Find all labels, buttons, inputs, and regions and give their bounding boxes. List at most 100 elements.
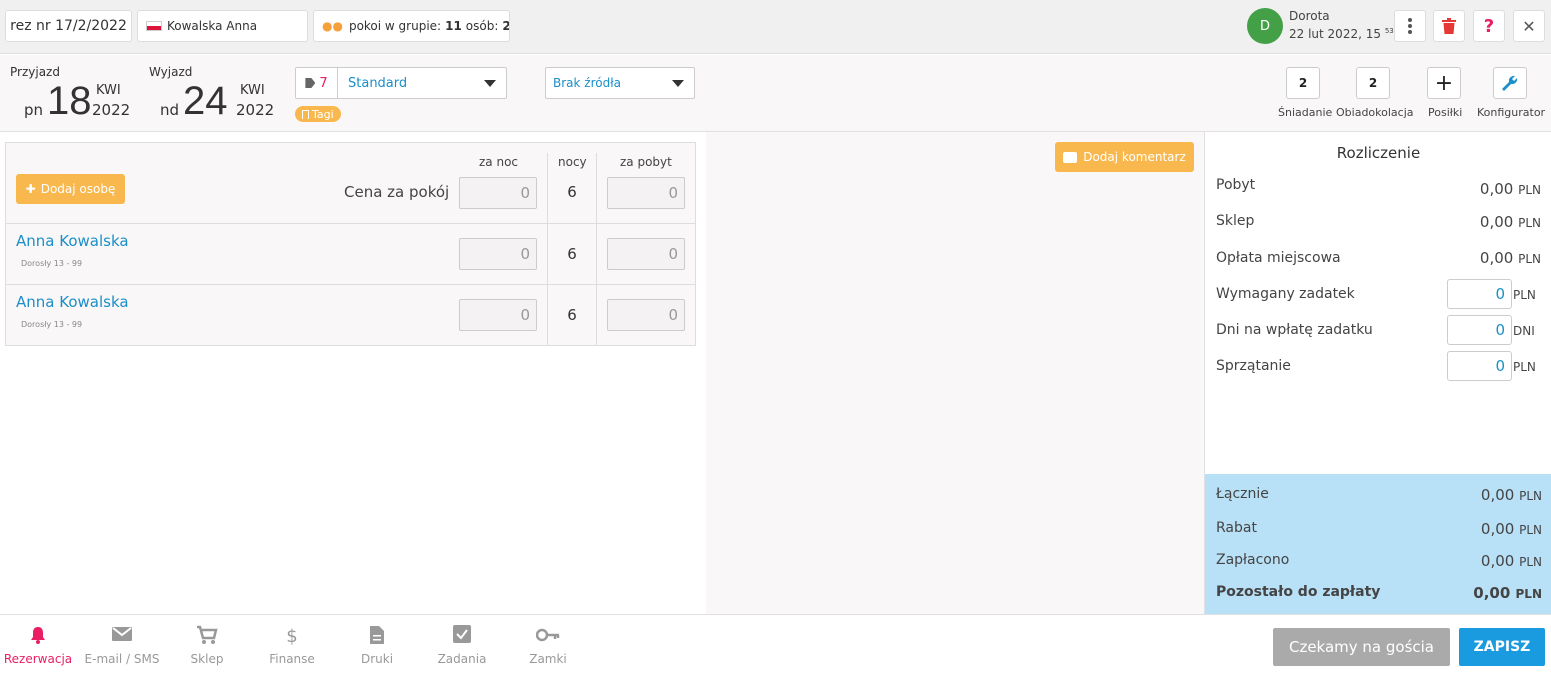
room-price-per-night-input[interactable]: 0 [459,177,537,209]
col-nights: nocy [558,155,587,169]
close-icon: ✕ [1522,16,1536,36]
total-label: Łącznie [1216,486,1269,502]
discount-label: Rabat [1216,520,1257,536]
stay-label: Pobyt [1216,177,1256,193]
deposit-days-input[interactable]: 0 [1447,315,1512,345]
tab-email-sms[interactable]: E-mail / SMS [82,625,162,666]
tab-reservation[interactable]: Rezerwacja [0,625,78,666]
discount-value: 0,00 PLN [1480,520,1542,538]
close-button[interactable]: ✕ [1513,10,1545,42]
tax-value: 0,00 PLN [1479,249,1541,267]
deposit-days-unit: DNI [1513,324,1535,338]
departure-year: 2022 [236,101,275,119]
person-nights: 6 [567,306,577,324]
room-price-per-stay-input[interactable]: 0 [607,177,685,209]
chevron-down-icon [484,79,496,87]
checkbox-icon [422,625,502,649]
dinner-count[interactable]: 2 [1356,67,1390,99]
divider [596,153,597,345]
shop-value: 0,00 PLN [1479,213,1541,231]
more-button[interactable] [1394,10,1426,42]
tags-button[interactable]: Tagi [295,106,341,122]
person-nights: 6 [567,245,577,263]
rate-value: Standard [348,75,408,91]
delete-button[interactable] [1433,10,1465,42]
user-name: Dorota [1289,9,1330,23]
tab-prints[interactable]: Druki [337,625,417,666]
tab-shop[interactable]: Sklep [167,625,247,666]
departure-month: KWI [240,83,265,98]
add-user-icon: ✚ [25,182,36,196]
meals-label: Posiłki [1428,106,1463,119]
tag-icon [305,78,316,88]
remaining-label: Pozostało do zapłaty [1216,584,1381,600]
add-person-button[interactable]: ✚ Dodaj osobę [16,174,125,204]
comments-area [706,132,1204,614]
divider [6,284,695,285]
arrival-weekday: pn [24,101,44,119]
col-per-night: za noc [479,155,519,169]
reservation-number[interactable]: rez nr 17/2/2022 [5,10,132,42]
group-prefix: pokoi w grupie: [348,19,442,33]
bottom-nav: Rezerwacja E-mail / SMS Sklep $ Finanse … [0,614,1551,675]
tab-locks[interactable]: Zamki [508,625,588,666]
person-price-per-night-input[interactable]: 0 [459,238,537,270]
bookmark-icon [302,109,309,119]
col-per-stay: za pobyt [620,155,672,169]
departure-day[interactable]: 24 [183,79,228,123]
person-name[interactable]: Anna Kowalska [16,232,129,250]
person-name[interactable]: Anna Kowalska [16,293,129,311]
person-price-per-stay-input[interactable]: 0 [607,299,685,331]
rate-tag-count[interactable]: 7 [296,68,338,98]
departure-weekday: nd [160,101,180,119]
total-value: 0,00 PLN [1480,486,1542,504]
configurator-button[interactable] [1493,67,1527,99]
trash-icon [1442,18,1456,34]
deposit-days-label: Dni na wpłatę zadatku [1216,322,1373,338]
stay-value: 0,00 PLN [1479,180,1541,198]
person-price-per-stay-input[interactable]: 0 [607,238,685,270]
tab-tasks[interactable]: Zadania [422,625,502,666]
deposit-input[interactable]: 0 [1447,279,1512,309]
room-nights: 6 [567,183,577,201]
help-button[interactable]: ? [1473,10,1505,42]
poland-flag-icon [146,21,162,31]
add-comment-button[interactable]: Dodaj komentarz [1055,142,1194,172]
key-icon [508,625,588,649]
reservation-header: Przyjazd pn 18 KWI 2022 Wyjazd nd 24 KWI… [0,55,1551,132]
group-rooms: 11 [445,19,462,33]
cleaning-label: Sprzątanie [1216,358,1291,374]
more-vertical-icon [1408,18,1412,34]
pricing-table: za noc nocy za pobyt ✚ Dodaj osobę Cena z… [5,142,696,346]
comment-icon [1063,151,1078,163]
group-info[interactable]: ●● pokoi w grupie: 11 osób: 22 [313,10,510,42]
group-people: 22 [502,19,510,33]
settlement-panel: Rozliczenie Pobyt 0,00 PLN Sklep 0,00 PL… [1204,132,1551,614]
wrench-icon [1502,75,1518,91]
cleaning-input[interactable]: 0 [1447,351,1512,381]
add-meal-button[interactable]: + [1427,67,1461,99]
group-people-label: osób: [465,19,499,33]
person-type: Dorosły 13 - 99 [21,320,83,329]
guest-selector[interactable]: Kowalska Anna [137,10,308,42]
deposit-unit: PLN [1513,288,1536,302]
cart-icon [167,625,247,649]
tab-finance[interactable]: $ Finanse [252,625,332,666]
arrival-month: KWI [96,83,121,98]
waiting-for-guest-button[interactable]: Czekamy na gościa [1273,628,1450,666]
avatar: D [1247,8,1283,44]
person-price-per-night-input[interactable]: 0 [459,299,537,331]
save-button[interactable]: ZAPISZ [1459,628,1545,666]
document-icon [337,625,417,649]
breakfast-label: Śniadanie [1278,106,1333,119]
guest-name: Kowalska Anna [167,19,258,33]
breakfast-count[interactable]: 2 [1286,67,1320,99]
paid-label: Zapłacono [1216,552,1290,568]
arrival-day[interactable]: 18 [47,79,92,123]
rate-select[interactable]: 7 Standard [295,67,507,99]
divider [6,223,695,224]
dollar-icon: $ [286,626,298,647]
remaining-value: 0,00 PLN [1473,584,1542,602]
person-type: Dorosły 13 - 99 [21,259,83,268]
source-select[interactable]: Brak źródła [545,67,695,99]
